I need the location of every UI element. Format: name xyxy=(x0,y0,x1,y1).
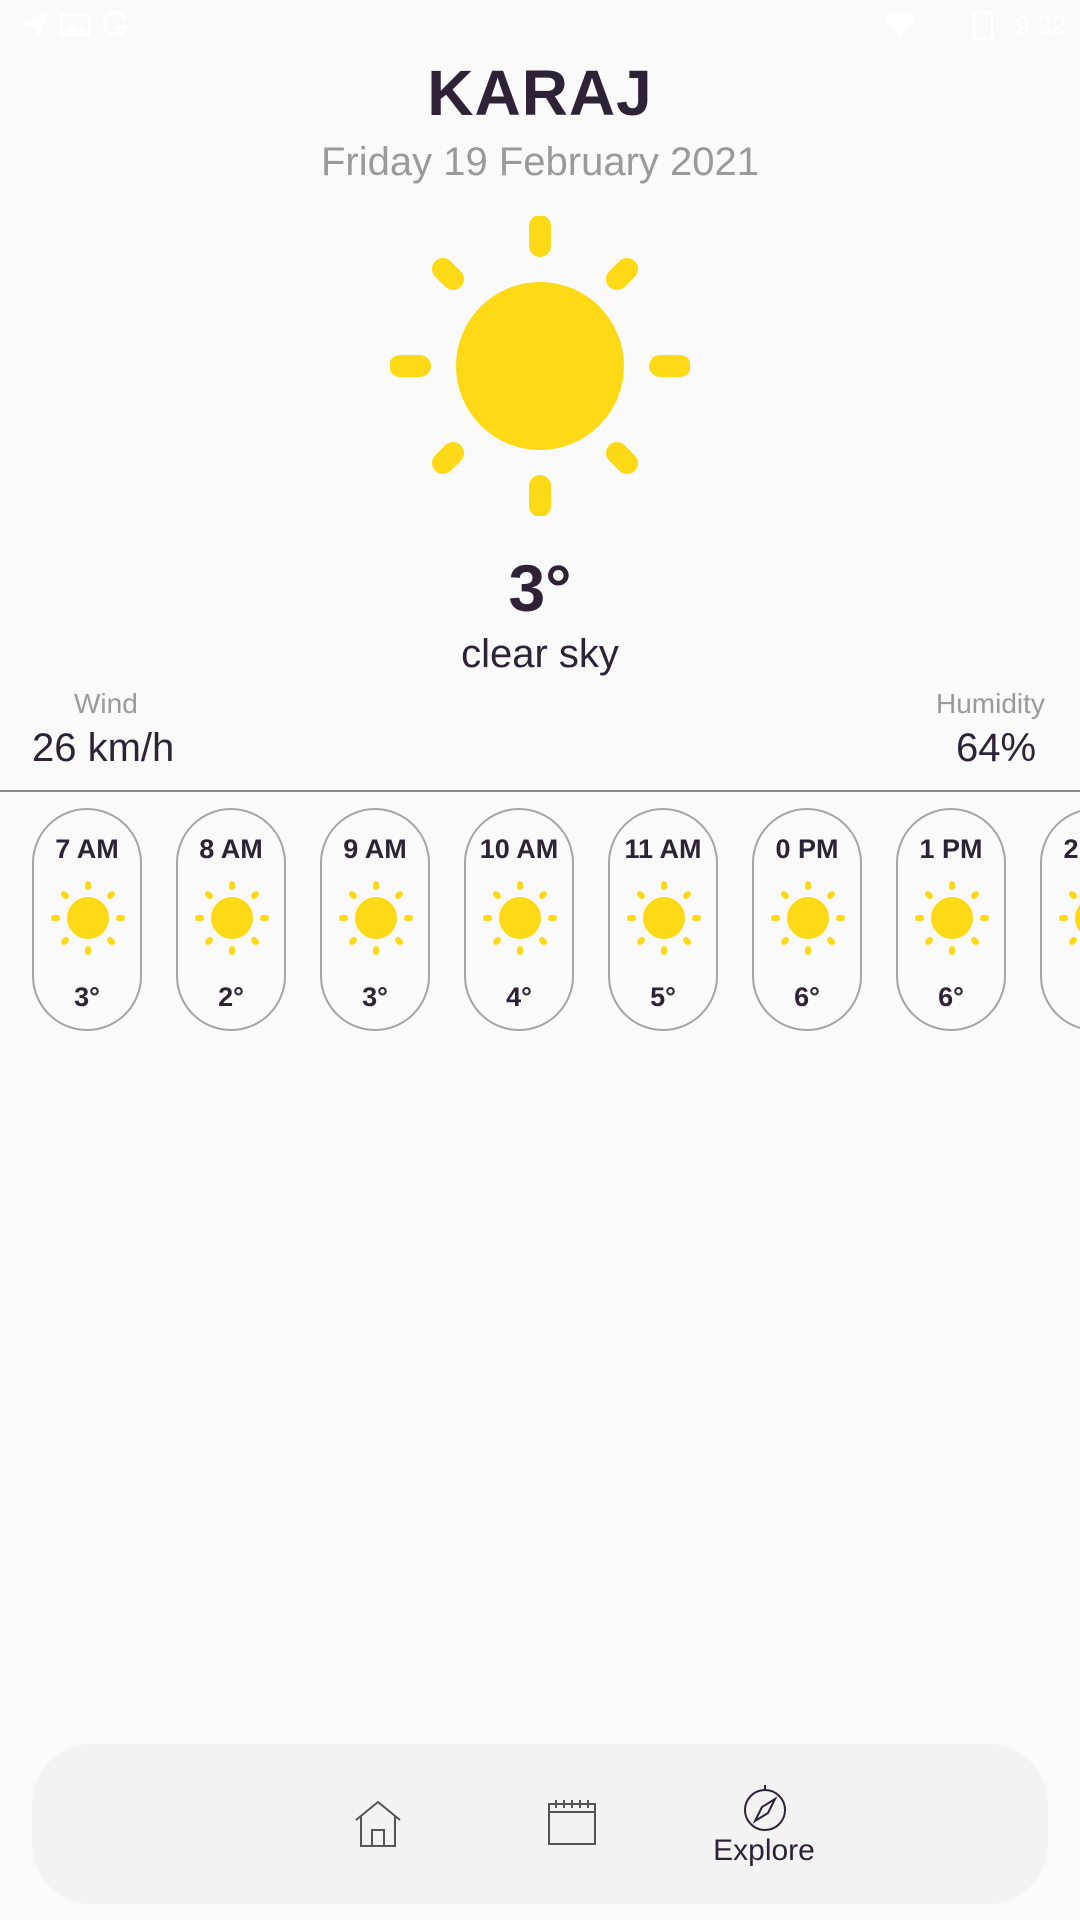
hour-temperature: 6° xyxy=(794,982,820,1012)
hour-card[interactable]: 7 AM 3° xyxy=(32,808,142,1031)
sun-icon xyxy=(627,881,701,955)
hour-time: 9 AM xyxy=(343,834,407,864)
hourly-forecast[interactable]: 7 AM 3° 8 AM 2° 9 AM 3° 10 AM 4° 11 AM 5… xyxy=(0,808,1080,1033)
status-bar: 9:32 xyxy=(0,0,1080,50)
hour-temperature: 4° xyxy=(506,982,532,1012)
sun-icon xyxy=(339,881,413,955)
status-time: 9:32 xyxy=(1015,10,1066,40)
hour-card[interactable]: 8 AM 2° xyxy=(176,808,286,1031)
weather-condition: clear sky xyxy=(461,632,619,676)
nav-home[interactable] xyxy=(312,1744,442,1904)
hour-card[interactable]: 11 AM 5° xyxy=(608,808,718,1031)
sun-icon xyxy=(51,881,125,955)
sun-icon xyxy=(390,216,690,516)
hour-temperature: 3° xyxy=(362,982,388,1012)
city-name: KARAJ xyxy=(427,57,653,129)
hour-time: 0 PM xyxy=(775,834,839,864)
current-date: Friday 19 February 2021 xyxy=(320,140,759,184)
hour-temperature: 2° xyxy=(218,982,244,1012)
sun-icon xyxy=(1059,891,1080,945)
hour-card[interactable]: 10 AM 4° xyxy=(464,808,574,1031)
wind-value: 26 km/h xyxy=(32,726,175,770)
navigation-icon xyxy=(20,12,50,38)
sun-icon xyxy=(483,881,557,955)
photo-icon xyxy=(59,13,91,37)
nav-explore-label: Explore xyxy=(713,1834,815,1867)
hour-time: 2 PM xyxy=(1063,834,1080,864)
hour-time: 10 AM xyxy=(479,834,559,864)
hour-card[interactable]: 0 PM 6° xyxy=(752,808,862,1031)
battery-icon xyxy=(972,10,994,40)
bottom-navigation: Explore xyxy=(32,1744,1048,1904)
compass-icon xyxy=(744,1785,786,1831)
hour-temperature: 6° xyxy=(938,982,964,1012)
hour-time: 7 AM xyxy=(55,834,119,864)
humidity-value: 64% xyxy=(956,726,1037,770)
sun-icon xyxy=(771,881,845,955)
hour-card[interactable]: 9 AM 3° xyxy=(320,808,430,1031)
current-temperature: 3° xyxy=(508,551,572,625)
hour-card[interactable]: 2 PM xyxy=(1040,808,1080,1031)
nav-calendar[interactable] xyxy=(506,1744,636,1904)
home-icon xyxy=(355,1800,401,1847)
sun-icon xyxy=(195,881,269,955)
calendar-icon xyxy=(548,1800,596,1845)
wind-label: Wind xyxy=(74,688,138,719)
wifi-icon xyxy=(884,12,916,38)
sun-icon xyxy=(915,881,989,955)
hour-temperature: 5° xyxy=(650,982,676,1012)
divider xyxy=(0,790,1080,792)
weather-screen: 9:32 KARAJ Friday 19 February 2021 3° cl… xyxy=(0,0,1080,1920)
hour-card[interactable]: 1 PM 6° xyxy=(896,808,1006,1031)
google-icon xyxy=(102,10,129,37)
hour-time: 8 AM xyxy=(199,834,263,864)
nav-explore[interactable]: Explore xyxy=(658,1744,870,1904)
hour-time: 1 PM xyxy=(919,834,983,864)
hour-time: 11 AM xyxy=(624,834,702,864)
hour-temperature: 3° xyxy=(74,982,100,1012)
humidity-label: Humidity xyxy=(936,688,1045,719)
